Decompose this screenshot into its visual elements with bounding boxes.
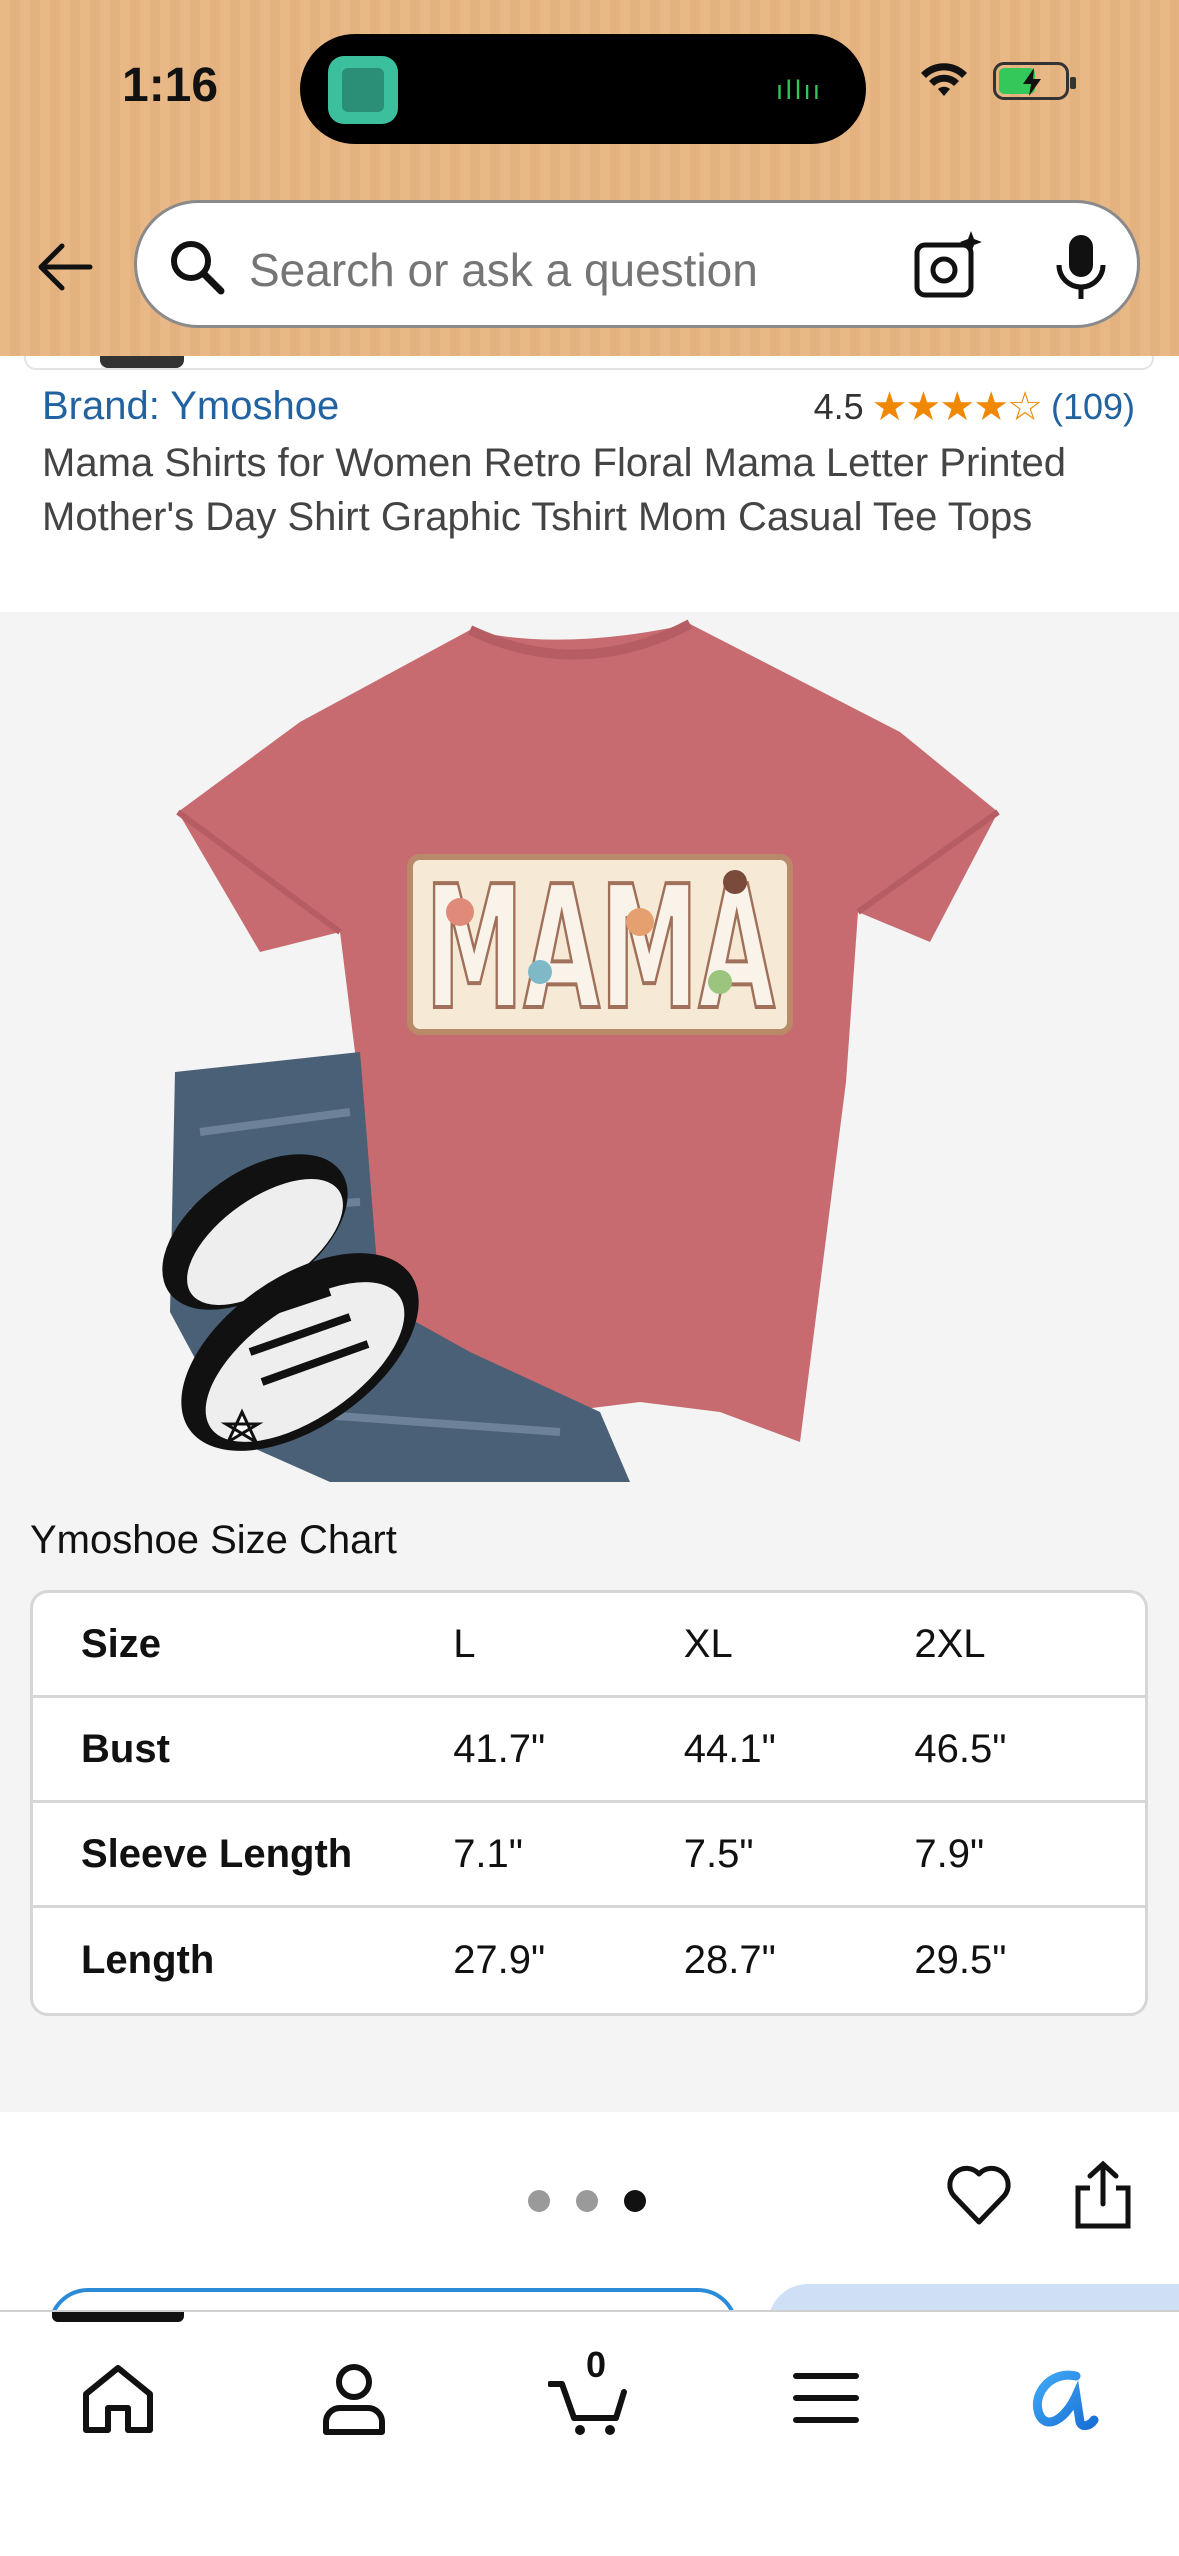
microphone-icon[interactable] bbox=[1053, 231, 1109, 303]
brand-link[interactable]: Brand: Ymoshoe bbox=[42, 384, 339, 429]
live-activity-app-icon[interactable] bbox=[328, 56, 398, 124]
heart-icon[interactable] bbox=[946, 2164, 1012, 2226]
size-header-2xl: 2XL bbox=[914, 1593, 1145, 1698]
rufus-icon[interactable] bbox=[1020, 2356, 1104, 2440]
star-rating-icon: ★★★★☆ bbox=[871, 384, 1043, 430]
active-tab-indicator bbox=[52, 2312, 184, 2322]
audio-wave-icon: ıllıı bbox=[775, 76, 822, 106]
menu-icon[interactable] bbox=[784, 2356, 868, 2440]
shirt-mama-text: MAMA bbox=[425, 850, 775, 1048]
table-cell: 7.9" bbox=[914, 1803, 1145, 1908]
camera-search-icon[interactable] bbox=[913, 229, 983, 301]
home-icon[interactable] bbox=[76, 2356, 160, 2440]
size-chart-table: Size L XL 2XL Bust 41.7" 44.1" 46.5" Sle… bbox=[30, 1590, 1148, 2016]
size-header-xl: XL bbox=[683, 1593, 915, 1698]
rating-value: 4.5 bbox=[813, 386, 864, 427]
account-icon[interactable] bbox=[312, 2356, 396, 2440]
previous-card-edge bbox=[24, 356, 1154, 370]
previous-card-thumbnail bbox=[100, 356, 184, 368]
table-row: Size L XL 2XL bbox=[33, 1593, 1145, 1698]
status-time: 1:16 bbox=[122, 59, 219, 112]
table-row: Bust 41.7" 44.1" 46.5" bbox=[33, 1698, 1145, 1803]
app-header: 1:16 ıllıı bbox=[0, 0, 1179, 356]
bottom-nav: 0 bbox=[0, 2310, 1179, 2556]
row-label: Bust bbox=[33, 1698, 454, 1803]
table-cell: 7.1" bbox=[453, 1803, 684, 1908]
status-icons bbox=[919, 62, 1076, 100]
row-label: Sleeve Length bbox=[33, 1803, 454, 1908]
search-icon bbox=[171, 241, 225, 295]
cart-count-badge: 0 bbox=[586, 2344, 607, 2385]
size-chart-title: Ymoshoe Size Chart bbox=[30, 1518, 397, 1562]
product-image[interactable]: MAMA bbox=[0, 612, 1179, 1482]
table-cell: 46.5" bbox=[914, 1698, 1145, 1803]
back-arrow-icon[interactable] bbox=[34, 236, 96, 298]
table-row: Length 27.9" 28.7" 29.5" bbox=[33, 1908, 1145, 2013]
battery-icon bbox=[993, 62, 1076, 100]
size-header-label: Size bbox=[33, 1593, 454, 1698]
table-cell: 27.9" bbox=[453, 1938, 546, 1982]
gallery-action-bar bbox=[0, 2112, 1179, 2348]
table-cell: 28.7" bbox=[683, 1938, 776, 1982]
table-cell: 29.5" bbox=[914, 1938, 1007, 1982]
product-title: Mama Shirts for Women Retro Floral Mama … bbox=[42, 441, 1067, 539]
share-icon[interactable] bbox=[1070, 2160, 1136, 2230]
table-cell: 7.5" bbox=[683, 1803, 915, 1908]
carousel-dots[interactable] bbox=[528, 2190, 646, 2212]
carousel-dot[interactable] bbox=[528, 2190, 550, 2212]
product-gallery[interactable]: MAMA Ymoshoe Size Chart Size L XL 2XL Bu… bbox=[0, 612, 1179, 2112]
size-header-l: L bbox=[453, 1593, 684, 1698]
table-cell: 44.1" bbox=[683, 1698, 915, 1803]
dynamic-island: ıllıı bbox=[300, 34, 866, 144]
table-row: Sleeve Length 7.1" 7.5" 7.9" bbox=[33, 1803, 1145, 1908]
carousel-dot[interactable] bbox=[576, 2190, 598, 2212]
review-count[interactable]: (109) bbox=[1051, 386, 1135, 428]
table-cell: 41.7" bbox=[453, 1698, 684, 1803]
rating-summary[interactable]: 4.5 ★★★★☆ (109) bbox=[814, 384, 1135, 430]
search-bar[interactable] bbox=[134, 200, 1140, 328]
wifi-icon bbox=[921, 63, 967, 96]
carousel-dot-active[interactable] bbox=[624, 2190, 646, 2212]
row-label: Length bbox=[81, 1938, 215, 1982]
search-input[interactable] bbox=[249, 243, 889, 297]
